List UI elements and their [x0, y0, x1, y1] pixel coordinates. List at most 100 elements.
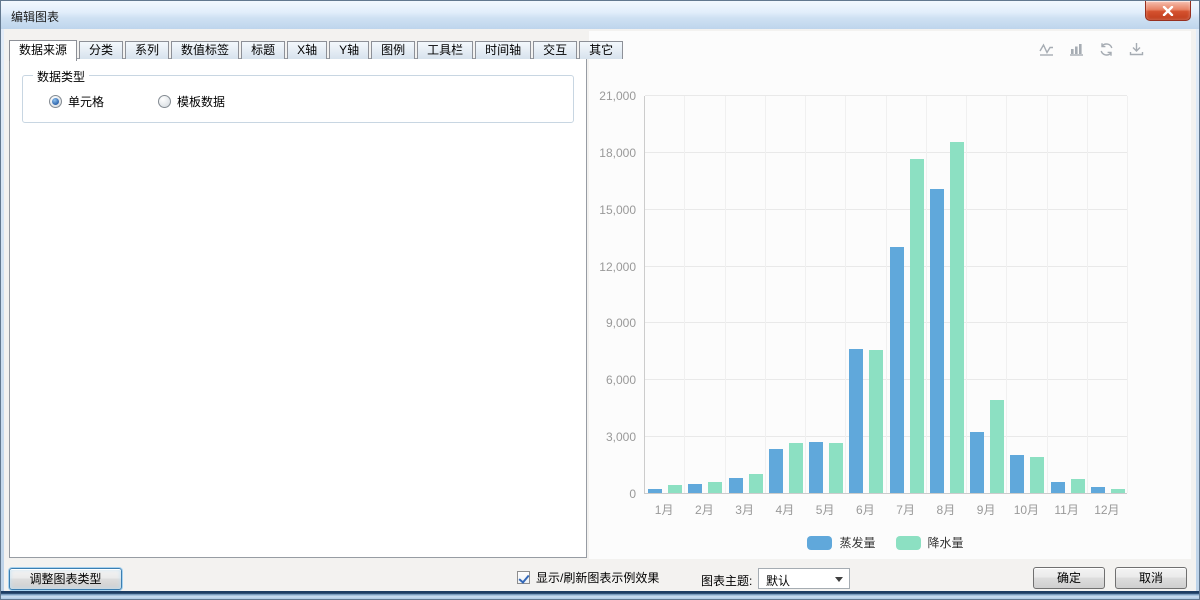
ok-button[interactable]: 确定 — [1033, 567, 1105, 589]
x-tick-label: 11月 — [1047, 501, 1087, 518]
month-slot — [1088, 96, 1128, 493]
x-tick-label: 5月 — [805, 501, 845, 518]
bar-降水量-11月 — [1071, 479, 1085, 493]
chart-legend: 蒸发量 降水量 — [644, 534, 1127, 551]
bar-蒸发量-5月 — [809, 442, 823, 493]
x-tick-label: 8月 — [926, 501, 966, 518]
bar-降水量-5月 — [829, 443, 843, 493]
bar-蒸发量-9月 — [970, 432, 984, 493]
legend-label: 降水量 — [928, 534, 964, 551]
radio-label: 单元格 — [68, 93, 104, 110]
bar-蒸发量-2月 — [688, 484, 702, 493]
bar-降水量-9月 — [990, 400, 1004, 493]
tab-2[interactable]: 系列 — [125, 41, 169, 59]
radio-button[interactable] — [49, 95, 62, 108]
chart-plot — [644, 96, 1127, 494]
bar-蒸发量-4月 — [769, 449, 783, 493]
x-tick-label: 4月 — [765, 501, 805, 518]
tab-4[interactable]: 标题 — [241, 41, 285, 59]
x-axis-labels: 1月2月3月4月5月6月7月8月9月10月11月12月 — [644, 501, 1127, 517]
y-tick-label: 9,000 — [589, 316, 636, 330]
close-button[interactable] — [1145, 1, 1191, 21]
bar-蒸发量-8月 — [930, 189, 944, 493]
legend-label: 蒸发量 — [839, 534, 875, 551]
close-icon — [1162, 6, 1174, 16]
refresh-preview-label: 显示/刷新图表示例效果 — [536, 569, 659, 586]
tab-strip: 数据来源分类系列数值标签标题X轴Y轴图例工具栏时间轴交互其它 — [9, 39, 625, 59]
y-tick-label: 18,000 — [589, 146, 636, 160]
y-tick-label: 0 — [589, 487, 636, 501]
data-type-groupbox: 数据类型 单元格模板数据 — [22, 75, 574, 123]
month-slot — [726, 96, 766, 493]
y-axis-labels: 03,0006,0009,00012,00015,00018,00021,000 — [589, 96, 636, 494]
bar-chart-icon[interactable] — [1068, 41, 1085, 58]
title-bar: 编辑图表 — [1, 1, 1199, 29]
y-tick-label: 12,000 — [589, 260, 636, 274]
tab-11[interactable]: 其它 — [579, 41, 623, 59]
bar-降水量-6月 — [869, 350, 883, 493]
tab-3[interactable]: 数值标签 — [171, 41, 239, 59]
refresh-preview-option[interactable]: 显示/刷新图表示例效果 — [517, 569, 659, 586]
month-slot — [887, 96, 927, 493]
tab-8[interactable]: 工具栏 — [417, 41, 473, 59]
chart-theme-select[interactable]: 默认 — [758, 568, 850, 589]
chart-theme-label: 图表主题: — [701, 572, 752, 589]
data-type-option-0[interactable]: 单元格 — [49, 93, 104, 110]
bar-蒸发量-3月 — [729, 478, 743, 493]
legend-swatch — [807, 536, 832, 550]
window-title: 编辑图表 — [11, 8, 59, 25]
data-type-group-title: 数据类型 — [33, 68, 89, 85]
x-tick-label: 3月 — [725, 501, 765, 518]
bar-降水量-10月 — [1030, 457, 1044, 493]
adjust-chart-type-button[interactable]: 调整图表类型 — [9, 568, 122, 590]
x-tick-label: 12月 — [1087, 501, 1127, 518]
refresh-icon[interactable] — [1098, 41, 1115, 58]
x-tick-label: 7月 — [886, 501, 926, 518]
bar-蒸发量-12月 — [1091, 487, 1105, 493]
y-tick-label: 3,000 — [589, 430, 636, 444]
download-icon[interactable] — [1128, 41, 1145, 58]
refresh-preview-checkbox[interactable] — [517, 571, 530, 584]
tab-5[interactable]: X轴 — [287, 41, 327, 59]
y-tick-label: 21,000 — [589, 89, 636, 103]
bar-蒸发量-7月 — [890, 247, 904, 493]
radio-button[interactable] — [158, 95, 171, 108]
month-slot — [1007, 96, 1047, 493]
bar-降水量-12月 — [1111, 489, 1125, 493]
x-tick-label: 2月 — [684, 501, 724, 518]
data-type-radio-group: 单元格 模板数据 — [49, 93, 225, 110]
x-tick-label: 1月 — [644, 501, 684, 518]
data-type-option-1[interactable]: 模板数据 — [158, 93, 225, 110]
legend-item-降水量[interactable]: 降水量 — [896, 534, 964, 551]
month-slot — [645, 96, 685, 493]
chart-theme-value: 默认 — [766, 572, 790, 589]
tab-1[interactable]: 分类 — [79, 41, 123, 59]
line-chart-icon[interactable] — [1038, 41, 1055, 58]
month-slot — [967, 96, 1007, 493]
month-slot — [766, 96, 806, 493]
chart-toolbar — [1038, 41, 1145, 58]
cancel-button[interactable]: 取消 — [1115, 567, 1187, 589]
tab-6[interactable]: Y轴 — [329, 41, 369, 59]
month-slot — [806, 96, 846, 493]
x-tick-label: 6月 — [845, 501, 885, 518]
tab-9[interactable]: 时间轴 — [475, 41, 531, 59]
y-tick-label: 15,000 — [589, 203, 636, 217]
bar-降水量-3月 — [749, 474, 763, 493]
bar-降水量-2月 — [708, 482, 722, 493]
window-bottom-frame — [1, 591, 1199, 599]
tab-0[interactable]: 数据来源 — [9, 40, 77, 61]
month-slot — [927, 96, 967, 493]
bar-蒸发量-11月 — [1051, 482, 1065, 493]
tab-10[interactable]: 交互 — [533, 41, 577, 59]
legend-item-蒸发量[interactable]: 蒸发量 — [807, 534, 875, 551]
x-tick-label: 10月 — [1006, 501, 1046, 518]
bar-降水量-8月 — [950, 142, 964, 493]
month-slot — [1048, 96, 1088, 493]
data-source-tab-page: 数据类型 单元格 模板数据 — [9, 58, 587, 558]
radio-label: 模板数据 — [177, 93, 225, 110]
x-tick-label: 9月 — [966, 501, 1006, 518]
bar-降水量-7月 — [910, 159, 924, 493]
chevron-down-icon — [835, 577, 843, 582]
tab-7[interactable]: 图例 — [371, 41, 415, 59]
